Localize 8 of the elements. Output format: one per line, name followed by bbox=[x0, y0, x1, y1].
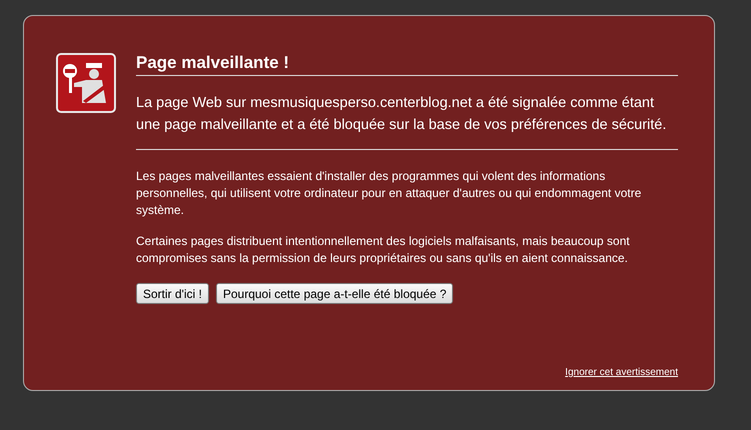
explanation-text: Les pages malveillantes essaient d'installer des programmes qui volent des informations personnelles, qui utilisent votre ordinateur pour en attaquer d'autres ou qui endommagent votre système. bbox=[136, 168, 642, 219]
page-title: Page malveillante ! bbox=[136, 53, 678, 76]
ignore-warning-link[interactable]: Ignorer cet avertissement bbox=[565, 367, 678, 378]
explanation-text: Certaines pages distribuent intentionnellement des logiciels malfaisants, mais beaucoup sont compromises sans la permission de leurs propriétaires ou sans qu'ils en aient connaissance. bbox=[136, 233, 631, 267]
why-blocked-button[interactable]: Pourquoi cette page a-t-elle été bloquée ? bbox=[216, 283, 454, 304]
leave-button[interactable]: Sortir d'ici ! bbox=[136, 283, 209, 304]
intro-text: La page Web sur mesmusiquesperso.centerblog.net a été signalée comme étant une page malveillante et a été bloquée sur la base de vos préférences de sécurité. bbox=[136, 92, 678, 150]
officer-icon bbox=[56, 53, 116, 113]
